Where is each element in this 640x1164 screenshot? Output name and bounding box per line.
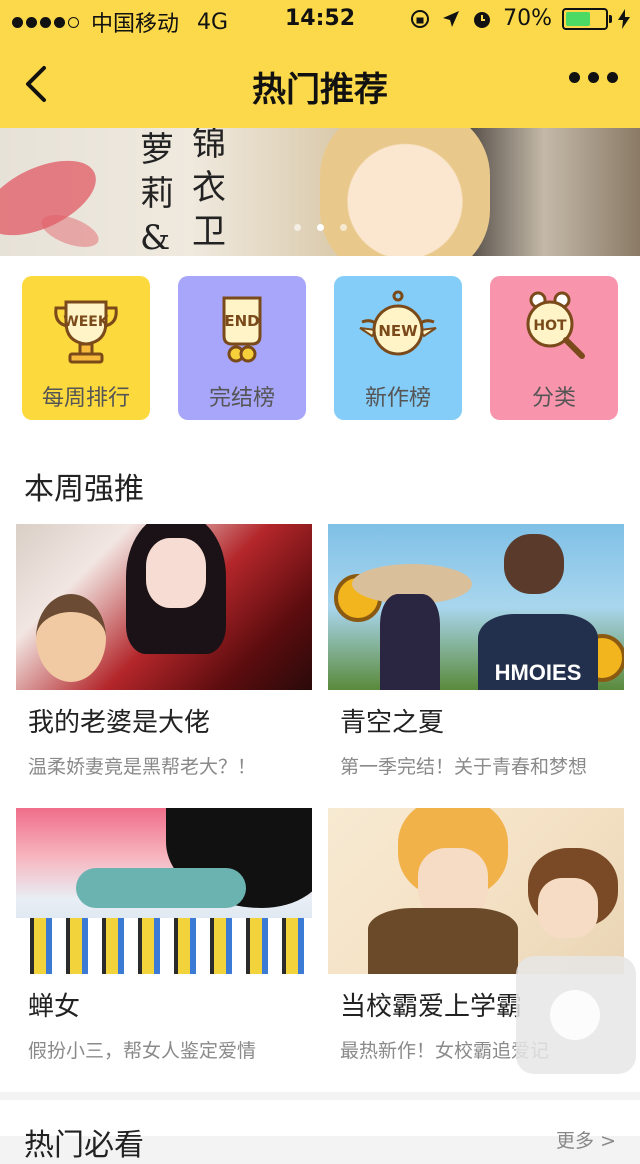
status-bar: 中国移动 4G 14:52 70% xyxy=(0,0,640,40)
location-arrow-icon xyxy=(443,10,460,27)
battery-percent: 70% xyxy=(503,6,552,31)
category-completed[interactable]: END 完结榜 xyxy=(178,276,306,420)
comic-card[interactable]: HMOIES 青空之夏 第一季完结！关于青春和梦想 xyxy=(328,524,624,792)
assistive-touch-button[interactable] xyxy=(516,956,636,1074)
banner-text-right: 锦衣卫 xyxy=(192,128,226,252)
comic-cover xyxy=(328,808,624,974)
banner-illustration xyxy=(320,128,490,256)
hot-magnifier-icon: HOT xyxy=(526,291,585,359)
week-badge-text: WEEK xyxy=(63,314,110,330)
comic-description: 假扮小三，帮女人鉴定爱情 xyxy=(28,1040,257,1062)
end-tag-icon: END xyxy=(222,296,262,363)
comic-title: 当校霸爱上学霸 xyxy=(340,992,523,1022)
banner-carousel[interactable]: 萝莉 & 锦衣卫 xyxy=(0,128,640,256)
category-label: 新作榜 xyxy=(364,386,431,411)
carousel-dot xyxy=(293,224,301,231)
carousel-dot xyxy=(339,224,347,231)
category-weekly-ranking[interactable]: WEEK 每周排行 xyxy=(22,276,150,420)
category-new[interactable]: NEW 新作榜 xyxy=(334,276,462,420)
new-badge-text: NEW xyxy=(378,322,418,340)
section-title: 热门必看 xyxy=(24,1128,144,1163)
category-label: 每周排行 xyxy=(41,386,130,411)
comic-title: 青空之夏 xyxy=(340,708,445,738)
category-label: 分类 xyxy=(531,386,576,411)
comic-title: 蝉女 xyxy=(28,992,81,1022)
nav-bar: 热门推荐 xyxy=(0,40,640,128)
comic-card[interactable]: 我的老婆是大佬 温柔娇妻竟是黑帮老大？！ xyxy=(16,524,312,792)
category-label: 完结榜 xyxy=(208,386,275,411)
comic-title: 我的老婆是大佬 xyxy=(28,708,211,738)
carousel-indicators xyxy=(0,224,640,231)
alarm-icon xyxy=(474,11,491,28)
category-classification[interactable]: HOT 分类 xyxy=(490,276,618,420)
hot-badge-text: HOT xyxy=(533,318,567,334)
rotation-lock-icon xyxy=(411,9,430,28)
new-bell-icon: NEW xyxy=(359,290,437,356)
hot-must-read-header: 热门必看 更多 > xyxy=(0,1100,640,1163)
battery-icon xyxy=(562,7,612,30)
more-link[interactable]: 更多 > xyxy=(556,1126,616,1153)
charging-icon xyxy=(618,8,630,29)
page-title: 热门推荐 xyxy=(252,70,388,110)
carousel-dot-active xyxy=(316,224,324,231)
comic-cover: HMOIES xyxy=(328,524,624,690)
end-badge-text: END xyxy=(224,312,259,330)
trophy-icon: WEEK xyxy=(54,300,118,364)
comic-description: 第一季完结！关于青春和梦想 xyxy=(340,756,588,778)
comic-card[interactable]: 蝉女 假扮小三，帮女人鉴定爱情 xyxy=(16,808,312,1076)
section-title: 本周强推 xyxy=(24,472,144,507)
top-bar: 中国移动 4G 14:52 70% 热门推荐 xyxy=(0,0,640,128)
category-grid: WEEK 每周排行 END 完结榜 NEW 新作榜 HOT 分类 xyxy=(0,256,640,440)
comic-description: 温柔娇妻竟是黑帮老大？！ xyxy=(28,756,257,778)
banner-text-left: 萝莉 & xyxy=(140,130,174,256)
more-dots-icon[interactable] xyxy=(569,72,618,83)
cover-shirt-text: HMOIES xyxy=(494,660,582,685)
comic-cover xyxy=(16,524,312,690)
comic-cover xyxy=(16,808,312,974)
